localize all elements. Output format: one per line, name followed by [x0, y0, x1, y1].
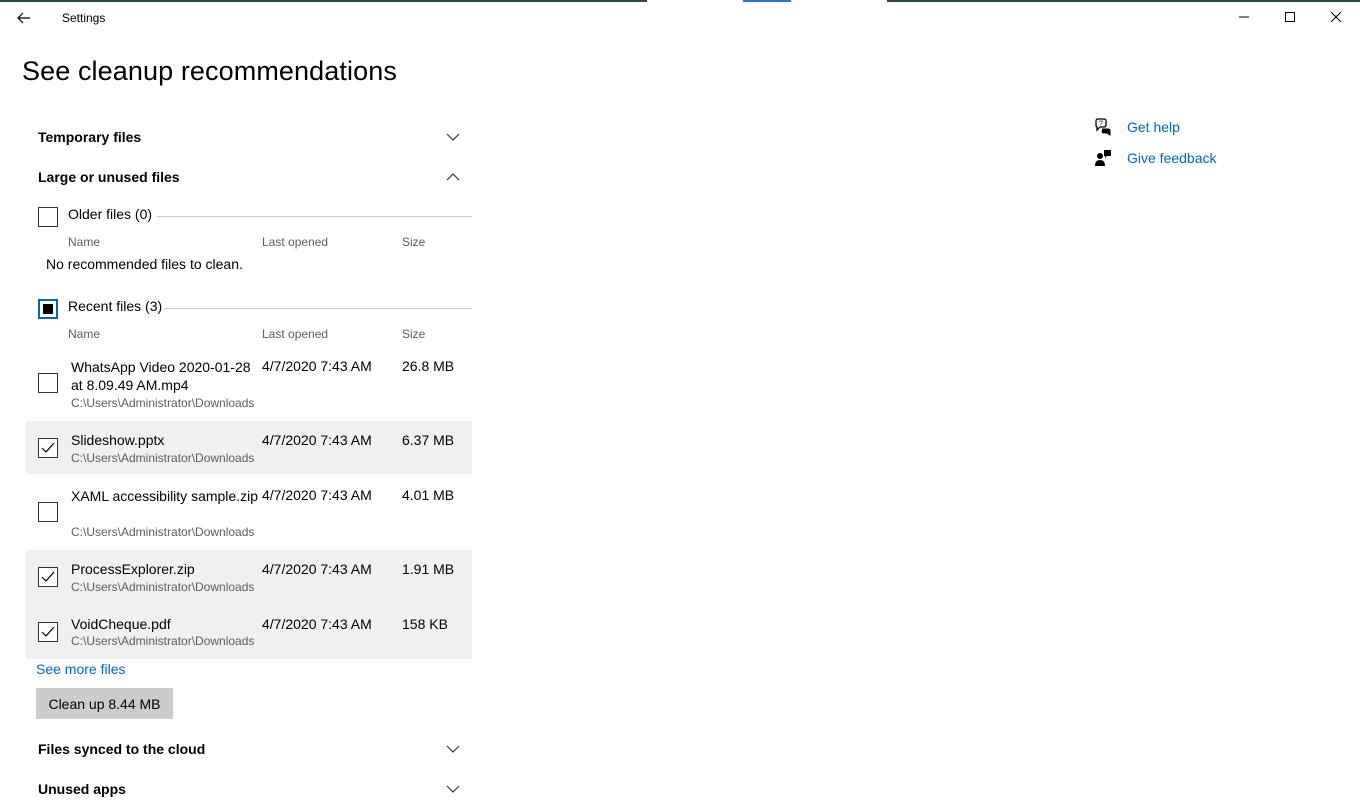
- file-row[interactable]: XAML accessibility sample.zip C:\Users\A…: [26, 477, 472, 547]
- section-large-unused-files[interactable]: Large or unused files: [26, 159, 472, 195]
- column-header-size: Size: [402, 327, 426, 341]
- section-label: Temporary files: [38, 129, 142, 145]
- get-help-label: Get help: [1127, 119, 1180, 135]
- close-icon: [1331, 12, 1341, 22]
- column-header-last-opened: Last opened: [262, 235, 329, 249]
- maximize-button[interactable]: [1267, 2, 1313, 32]
- recent-files-label: Recent files (3): [68, 298, 163, 314]
- divider: [157, 216, 472, 217]
- file-size: 1.91 MB: [402, 561, 455, 577]
- file-last-opened: 4/7/2020 7:43 AM: [262, 561, 372, 577]
- file-name: Slideshow.pptx: [71, 432, 165, 448]
- file-row[interactable]: WhatsApp Video 2020-01-28 at 8.09.49 AM.…: [26, 348, 472, 412]
- divider: [164, 308, 472, 309]
- give-feedback-label: Give feedback: [1127, 150, 1217, 166]
- file-row[interactable]: ProcessExplorer.zip C:\Users\Administrat…: [26, 550, 472, 604]
- file-path: C:\Users\Administrator\Downloads: [71, 634, 255, 648]
- file-row[interactable]: Slideshow.pptx C:\Users\Administrator\Do…: [26, 421, 472, 474]
- file-checkbox[interactable]: [38, 438, 58, 458]
- get-help-icon: ?: [1095, 118, 1111, 136]
- window-title: Settings: [62, 11, 106, 25]
- file-last-opened: 4/7/2020 7:43 AM: [262, 616, 372, 632]
- recent-files-checkbox[interactable]: [38, 299, 58, 319]
- section-temporary-files[interactable]: Temporary files: [26, 119, 472, 155]
- indeterminate-mark: [43, 304, 53, 314]
- minimize-icon: [1239, 16, 1249, 18]
- chevron-down-icon: [446, 785, 460, 793]
- chevron-up-icon: [446, 173, 460, 181]
- file-name: VoidCheque.pdf: [71, 616, 171, 632]
- minimize-button[interactable]: [1221, 2, 1267, 32]
- section-label: Unused apps: [38, 781, 126, 797]
- file-checkbox[interactable]: [38, 622, 58, 642]
- see-more-files-link[interactable]: See more files: [36, 661, 125, 677]
- column-header-name: Name: [68, 235, 101, 249]
- file-size: 158 KB: [402, 616, 448, 632]
- file-path: C:\Users\Administrator\Downloads: [71, 525, 255, 539]
- file-row[interactable]: VoidCheque.pdf C:\Users\Administrator\Do…: [26, 604, 472, 659]
- older-files-checkbox[interactable]: [38, 207, 58, 227]
- section-files-synced-cloud[interactable]: Files synced to the cloud: [26, 731, 472, 767]
- file-last-opened: 4/7/2020 7:43 AM: [262, 432, 372, 448]
- file-path: C:\Users\Administrator\Downloads: [71, 580, 255, 594]
- back-arrow-icon: [17, 12, 30, 24]
- file-last-opened: 4/7/2020 7:43 AM: [262, 487, 372, 503]
- file-name: XAML accessibility sample.zip: [71, 488, 258, 504]
- file-path: C:\Users\Administrator\Downloads: [71, 451, 255, 465]
- column-header-name: Name: [68, 327, 101, 341]
- svg-text:?: ?: [1099, 121, 1103, 128]
- file-last-opened: 4/7/2020 7:43 AM: [262, 358, 372, 374]
- page-title: See cleanup recommendations: [22, 56, 397, 86]
- section-unused-apps[interactable]: Unused apps: [26, 771, 472, 807]
- file-checkbox[interactable]: [38, 373, 58, 393]
- give-feedback-icon: [1095, 150, 1111, 166]
- title-bar: Settings: [0, 2, 1360, 32]
- maximize-icon: [1285, 12, 1295, 22]
- checkmark-icon: [41, 571, 55, 582]
- clean-up-button[interactable]: Clean up 8.44 MB: [36, 688, 173, 719]
- column-header-size: Size: [402, 235, 426, 249]
- chevron-down-icon: [446, 745, 460, 753]
- file-checkbox[interactable]: [38, 502, 58, 522]
- older-files-label: Older files (0): [68, 206, 153, 222]
- checkmark-icon: [41, 442, 55, 453]
- back-button[interactable]: [8, 4, 40, 32]
- file-name: WhatsApp Video 2020-01-28 at 8.09.49 AM.…: [71, 359, 251, 393]
- section-label: Large or unused files: [38, 169, 180, 185]
- close-button[interactable]: [1313, 2, 1359, 32]
- section-label: Files synced to the cloud: [38, 741, 206, 757]
- empty-message: No recommended files to clean.: [46, 256, 243, 272]
- checkmark-icon: [41, 626, 55, 637]
- column-header-last-opened: Last opened: [262, 327, 329, 341]
- chevron-down-icon: [446, 133, 460, 141]
- file-size: 4.01 MB: [402, 487, 455, 503]
- file-path: C:\Users\Administrator\Downloads: [71, 396, 255, 410]
- file-size: 6.37 MB: [402, 432, 455, 448]
- file-checkbox[interactable]: [38, 567, 58, 587]
- file-size: 26.8 MB: [402, 358, 455, 374]
- file-name: ProcessExplorer.zip: [71, 561, 195, 577]
